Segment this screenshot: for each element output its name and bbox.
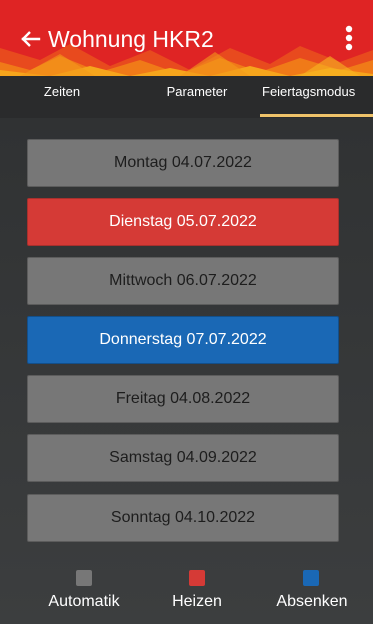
active-tab-indicator [260, 114, 373, 117]
legend-swatch-automatik [76, 570, 92, 586]
day-button-mittwoch[interactable]: Mittwoch 06.07.2022 [27, 257, 339, 305]
day-button-dienstag[interactable]: Dienstag 05.07.2022 [27, 198, 339, 246]
arrow-left-icon[interactable] [21, 28, 43, 50]
day-button-montag[interactable]: Montag 04.07.2022 [27, 139, 339, 187]
more-vertical-icon[interactable] [338, 24, 360, 54]
legend-swatch-heizen [189, 570, 205, 586]
tab-zeiten[interactable]: Zeiten [0, 76, 124, 118]
legend-label-absenken: Absenken [276, 593, 348, 610]
tab-parameter[interactable]: Parameter [136, 76, 258, 118]
tab-bar: Zeiten Parameter Feiertagsmodus [0, 76, 373, 118]
legend-swatch-absenken [303, 570, 319, 586]
day-button-donnerstag[interactable]: Donnerstag 07.07.2022 [27, 316, 339, 364]
legend-label-heizen: Heizen [172, 593, 222, 610]
app-bar: Wohnung HKR2 [0, 0, 373, 76]
day-button-samstag[interactable]: Samstag 04.09.2022 [27, 434, 339, 482]
tab-feiertagsmodus[interactable]: Feiertagsmodus [262, 76, 373, 118]
holiday-mode-panel [0, 118, 373, 624]
day-button-sonntag[interactable]: Sonntag 04.10.2022 [27, 494, 339, 542]
day-button-freitag[interactable]: Freitag 04.08.2022 [27, 375, 339, 423]
legend-label-automatik: Automatik [48, 593, 120, 610]
page-title: Wohnung HKR2 [48, 26, 214, 52]
